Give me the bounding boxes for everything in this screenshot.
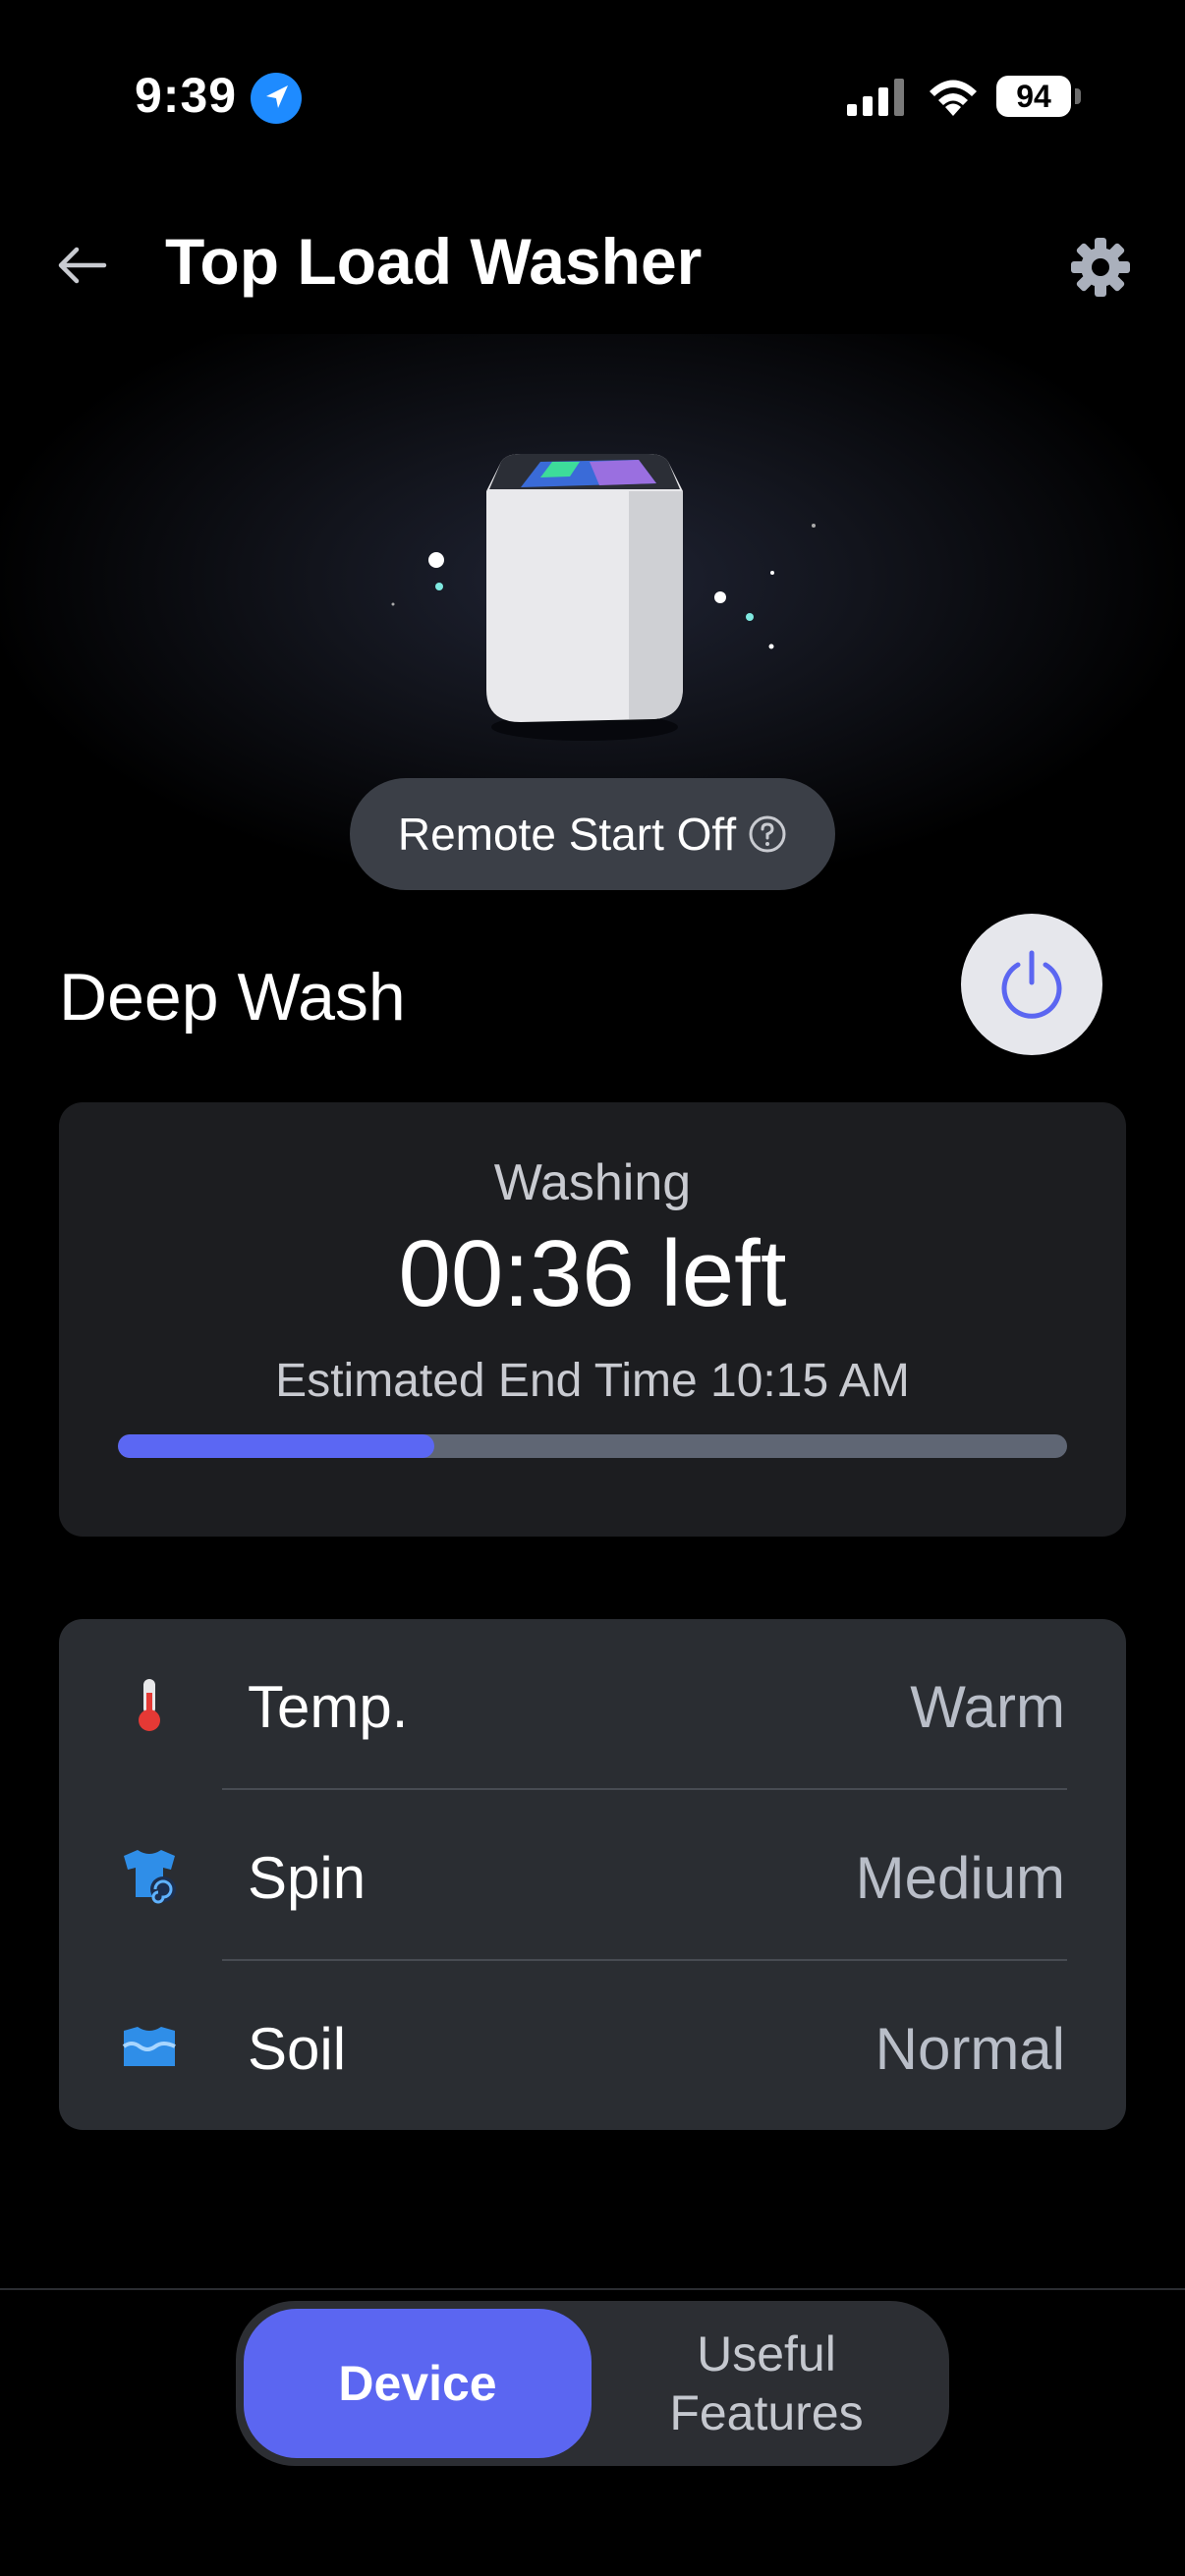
cycle-status-card: Washing 00:36 left Estimated End Time 10… (59, 1102, 1126, 1537)
tab-device[interactable]: Device (244, 2309, 592, 2458)
soil-icon (122, 2027, 176, 2066)
time-remaining: 00:36 left (398, 1221, 787, 1326)
battery-indicator: 94 (996, 76, 1071, 117)
status-bar: 9:39 94 (0, 0, 1185, 196)
cycle-settings-card: Temp. Warm Spin Medium Soil Normal (59, 1619, 1126, 2130)
spin-shirt-icon (124, 1850, 176, 1904)
wifi-icon (930, 80, 977, 116)
setting-label: Spin (248, 1845, 367, 1911)
status-time: 9:39 (135, 68, 238, 123)
tab-useful-features-label: Useful Features (669, 2326, 864, 2440)
page-title: Top Load Washer (165, 225, 703, 298)
power-icon (1001, 950, 1062, 1019)
gear-icon[interactable] (1069, 236, 1132, 299)
tab-useful-features[interactable]: Useful Features (592, 2309, 941, 2458)
setting-value: Warm (910, 1674, 1065, 1740)
location-icon (251, 73, 302, 124)
setting-row-spin[interactable]: Spin Medium (59, 1790, 1126, 1961)
setting-row-soil[interactable]: Soil Normal (59, 1961, 1126, 2132)
bottom-segmented-control: Device Useful Features (236, 2301, 949, 2466)
remote-start-chip[interactable]: Remote Start Off (350, 778, 835, 890)
battery-cap (1075, 88, 1081, 104)
estimated-end-time: Estimated End Time 10:15 AM (275, 1355, 910, 1407)
cellular-signal-icon (847, 79, 904, 116)
power-button[interactable] (961, 914, 1102, 1055)
setting-row-temp[interactable]: Temp. Warm (59, 1619, 1126, 1790)
progress-bar (118, 1434, 1067, 1458)
progress-fill (118, 1434, 434, 1458)
cycle-state: Washing (493, 1154, 692, 1211)
bottom-divider (0, 2288, 1185, 2290)
remote-start-label: Remote Start Off (397, 809, 737, 860)
back-arrow-icon[interactable] (51, 236, 110, 295)
setting-value: Normal (875, 2016, 1065, 2082)
setting-value: Medium (855, 1845, 1065, 1911)
setting-label: Soil (248, 2016, 347, 2082)
help-icon[interactable] (748, 814, 787, 854)
thermometer-icon (139, 1679, 160, 1731)
setting-label: Temp. (248, 1674, 409, 1740)
cycle-name: Deep Wash (59, 960, 406, 1035)
